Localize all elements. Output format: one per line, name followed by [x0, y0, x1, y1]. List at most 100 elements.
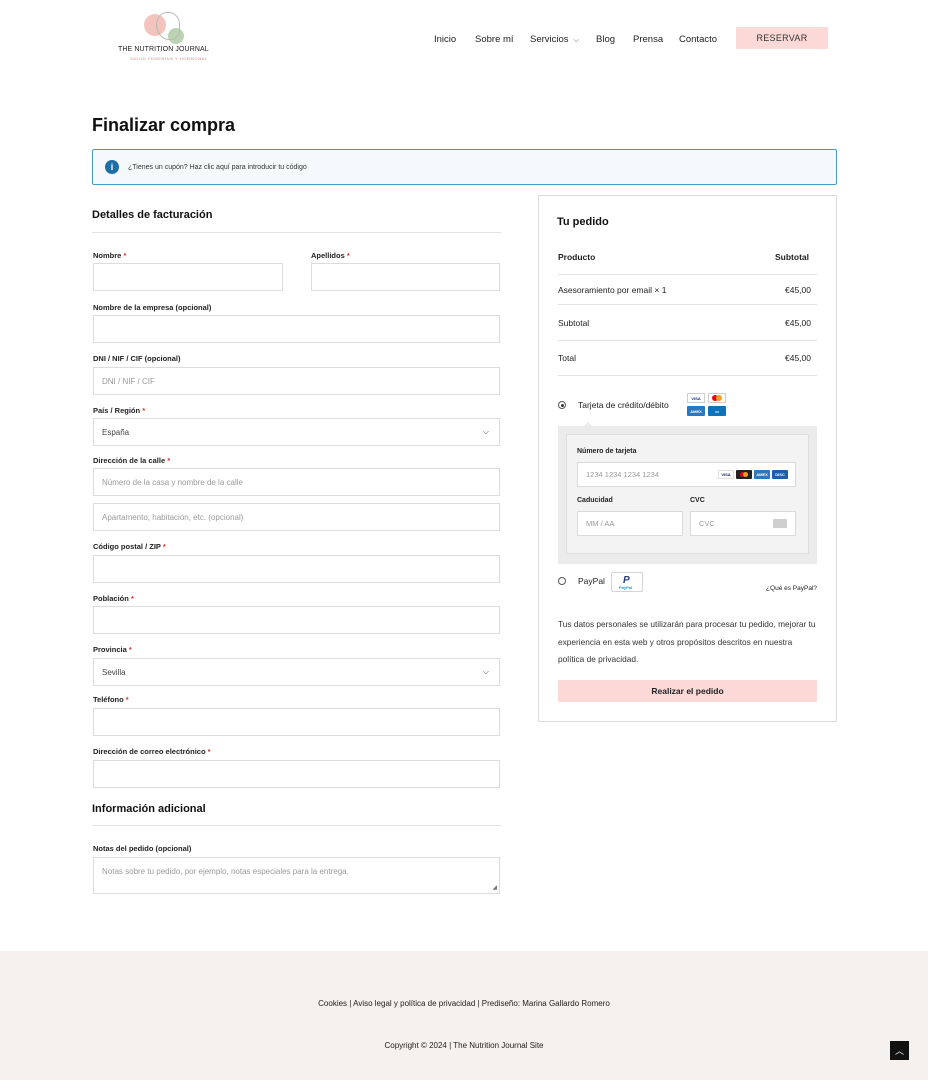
footer-copyright: Copyright © 2024 | The Nutrition Journal…	[384, 1041, 544, 1050]
cvc-label: CVC	[690, 497, 705, 504]
reservar-button[interactable]: RESERVAR	[736, 27, 828, 49]
cvc-input[interactable]: CVC	[690, 511, 796, 536]
coupon-link[interactable]: ¿Tienes un cupón? Haz clic aquí para int…	[128, 164, 307, 171]
order-divider	[558, 304, 817, 305]
province-select[interactable]: Sevilla ⌵	[93, 658, 500, 686]
coupon-notice: i ¿Tienes un cupón? Haz clic aquí para i…	[92, 149, 837, 185]
order-item-qty: × 1	[654, 285, 667, 295]
privacy-notice: Tus datos personales se utilizarán para …	[558, 619, 816, 664]
scroll-to-top-button[interactable]: ︿	[890, 1041, 909, 1060]
nav-prensa[interactable]: Prensa	[633, 34, 663, 45]
order-divider	[558, 375, 817, 376]
amex-icon: AMEX	[687, 406, 705, 416]
cartes-bancaires-icon: ▭	[708, 406, 726, 416]
discover-icon: DISC	[772, 470, 788, 479]
card-form: Número de tarjeta 1234 1234 1234 1234 VI…	[566, 434, 809, 554]
first-name-label-text: Nombre	[93, 251, 122, 260]
visa-icon: VISA	[718, 470, 734, 479]
last-name-label: Apellidos *	[311, 251, 350, 260]
site-logo[interactable]: THE NUTRITION JOURNAL SALUD FEMENINA Y H…	[118, 12, 218, 64]
logo-illustration-icon	[156, 12, 180, 40]
additional-divider	[92, 825, 501, 826]
first-name-label: Nombre *	[93, 251, 126, 260]
pay-card-radio[interactable]	[558, 401, 566, 409]
nav-inicio[interactable]: Inicio	[434, 34, 456, 45]
country-value: España	[102, 427, 130, 437]
street2-input[interactable]: Apartamento, habitación, etc. (opcional)	[93, 503, 500, 531]
card-form-panel: Número de tarjeta 1234 1234 1234 1234 VI…	[558, 426, 817, 564]
email-input[interactable]	[93, 760, 500, 788]
mastercard-icon	[708, 393, 726, 403]
required-mark: *	[128, 645, 132, 654]
place-order-button[interactable]: Realizar el pedido	[558, 680, 817, 702]
province-label: Provincia *	[93, 645, 132, 654]
nav-servicios-label: Servicios	[530, 34, 569, 45]
order-notes-textarea[interactable]: Notas sobre tu pedido, por ejemplo, nota…	[93, 857, 500, 894]
expiry-input[interactable]: MM / AA	[577, 511, 683, 536]
last-name-input[interactable]	[311, 263, 500, 291]
paypal-wordmark: PayPal	[619, 585, 633, 590]
postcode-input[interactable]	[93, 555, 500, 583]
page-title: Finalizar compra	[92, 115, 236, 135]
first-name-input[interactable]	[93, 263, 283, 291]
postcode-label: Código postal / ZIP *	[93, 542, 166, 551]
what-is-paypal-link[interactable]: ¿Qué es PayPal?	[766, 585, 817, 592]
total-label: Total	[558, 353, 576, 363]
chevron-down-icon: ⌵	[482, 427, 489, 436]
province-label-text: Provincia	[93, 645, 127, 654]
phone-label: Teléfono *	[93, 695, 129, 704]
order-item-price: €45,00	[785, 285, 811, 295]
nif-input[interactable]: DNI / NIF / CIF	[93, 367, 500, 395]
nav-contacto[interactable]: Contacto	[679, 34, 717, 45]
street-label: Dirección de la calle *	[93, 456, 170, 465]
nav-servicios[interactable]: Servicios ⌵	[530, 34, 579, 45]
mastercard-icon	[736, 470, 752, 479]
order-item: Asesoramiento por email × 1	[558, 285, 666, 295]
required-mark: *	[207, 747, 211, 756]
street-input[interactable]: Número de la casa y nombre de la calle	[93, 468, 500, 496]
required-mark: *	[125, 695, 129, 704]
chevron-up-icon: ︿	[894, 1046, 904, 1056]
country-select[interactable]: España ⌵	[93, 418, 500, 446]
visa-icon: VISA	[687, 393, 705, 403]
notes-placeholder: Notas sobre tu pedido, por ejemplo, nota…	[102, 867, 349, 876]
expiry-label: Caducidad	[577, 497, 613, 504]
subtotal-label: Subtotal	[558, 318, 590, 328]
required-mark: *	[123, 251, 127, 260]
col-subtotal: Subtotal	[775, 252, 809, 262]
cvc-placeholder: CVC	[699, 519, 715, 528]
country-label: País / Región *	[93, 406, 145, 415]
card-number-input[interactable]: 1234 1234 1234 1234 VISA AMEX DISC	[577, 462, 796, 487]
company-label: Nombre de la empresa (opcional)	[93, 303, 212, 312]
postcode-label-text: Código postal / ZIP	[93, 542, 161, 551]
required-mark: *	[167, 456, 171, 465]
phone-input[interactable]	[93, 708, 500, 736]
subtotal-value: €45,00	[785, 318, 811, 328]
city-label-text: Población	[93, 594, 129, 603]
pay-paypal-radio[interactable]	[558, 577, 566, 585]
city-label: Población *	[93, 594, 134, 603]
nif-label: DNI / NIF / CIF (opcional)	[93, 354, 181, 363]
footer-links[interactable]: Cookies | Aviso legal y política de priv…	[0, 999, 928, 1008]
order-item-name: Asesoramiento por email	[558, 285, 653, 295]
phone-label-text: Teléfono	[93, 695, 124, 704]
city-input[interactable]	[93, 606, 500, 634]
pay-card-label[interactable]: Tarjeta de crédito/débito	[578, 400, 669, 410]
resize-handle-icon[interactable]: ◢	[492, 884, 497, 891]
col-product: Producto	[558, 252, 596, 262]
email-label-text: Dirección de correo electrónico	[93, 747, 206, 756]
additional-heading: Información adicional	[92, 803, 206, 815]
company-input[interactable]	[93, 315, 500, 343]
order-review-box: Tu pedido Producto Subtotal Asesoramient…	[538, 195, 837, 722]
nav-sobre-mi[interactable]: Sobre mí	[475, 34, 514, 45]
nav-blog[interactable]: Blog	[596, 34, 615, 45]
card-number-placeholder: 1234 1234 1234 1234	[586, 470, 659, 479]
notes-label: Notas del pedido (opcional)	[93, 844, 192, 853]
billing-divider	[92, 232, 501, 233]
country-label-text: País / Región	[93, 406, 141, 415]
info-icon: i	[105, 160, 119, 174]
pay-paypal-label[interactable]: PayPal	[578, 576, 605, 586]
required-mark: *	[130, 594, 134, 603]
logo-subtitle: SALUD FEMENINA Y HORMONAL	[130, 56, 208, 61]
last-name-label-text: Apellidos	[311, 251, 345, 260]
